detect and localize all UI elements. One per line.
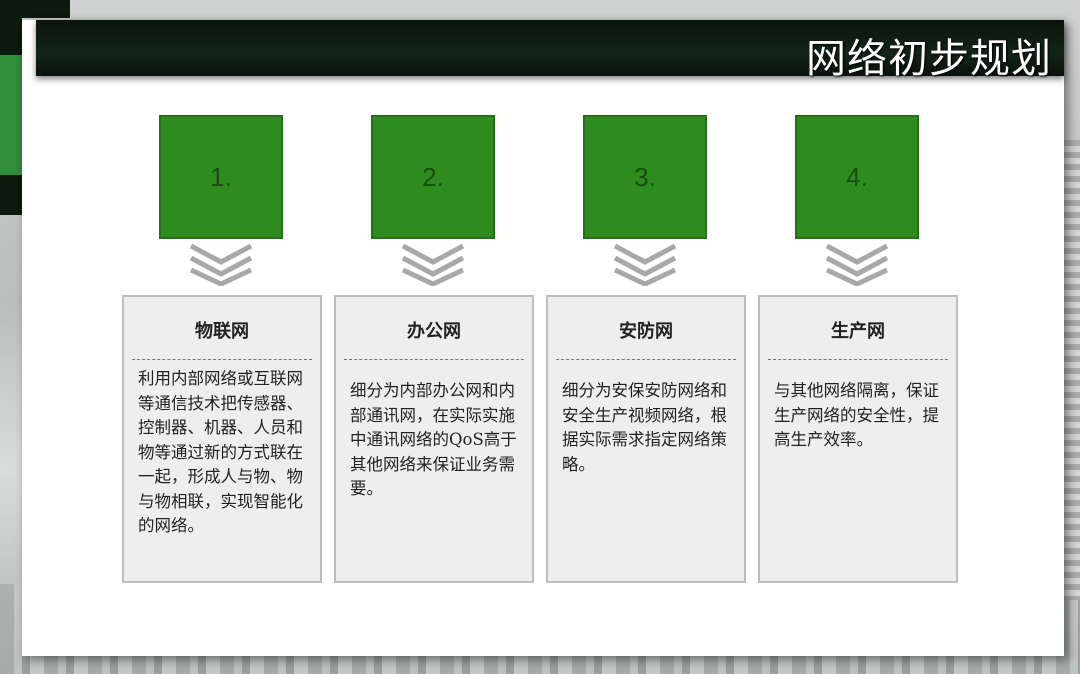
step-number-box: 3. [583, 115, 707, 239]
chevron-down-icon [401, 243, 465, 286]
background-building [1062, 140, 1080, 600]
step-column-3: 3. 安防网 细分为安保安防网络和安全生产视频网络，根据实际需求指定网络策略。 [546, 20, 746, 656]
step-info-box: 物联网 利用内部网络或互联网等通信技术把传感器、控制器、机器、人员和物等通过新的… [122, 295, 322, 583]
steps-container: 1. 物联网 利用内部网络或互联网等通信技术把传感器、控制器、机器、人员和物等通… [22, 20, 1064, 656]
step-number-box: 2. [371, 115, 495, 239]
step-column-1: 1. 物联网 利用内部网络或互联网等通信技术把传感器、控制器、机器、人员和物等通… [122, 20, 322, 656]
step-heading: 物联网 [195, 321, 249, 342]
step-heading: 安防网 [619, 321, 673, 342]
divider [768, 359, 948, 360]
step-column-2: 2. 办公网 细分为内部办公网和内部通讯网，在实际实施中通讯网络的QoS高于其他… [334, 20, 534, 656]
divider [344, 359, 524, 360]
chevron-down-icon [189, 243, 253, 286]
chevron-down-icon [613, 243, 677, 286]
step-info-box: 办公网 细分为内部办公网和内部通讯网，在实际实施中通讯网络的QoS高于其他网络来… [334, 295, 534, 583]
step-description: 与其他网络隔离，保证生产网络的安全性，提高生产效率。 [774, 381, 939, 449]
step-number-box: 4. [795, 115, 919, 239]
divider [132, 359, 312, 360]
step-description: 细分为安保安防网络和安全生产视频网络，根据实际需求指定网络策略。 [562, 381, 727, 474]
slide-card: 网络初步规划 1. 物联网 利用内部网络或互联网等通信技术把传感器、控制器、机器… [22, 20, 1064, 656]
step-heading: 办公网 [407, 321, 461, 342]
background-green-accent [0, 55, 22, 175]
step-description: 细分为内部办公网和内部通讯网，在实际实施中通讯网络的QoS高于其他网络来保证业务… [350, 381, 517, 498]
step-info-box: 生产网 与其他网络隔离，保证生产网络的安全性，提高生产效率。 [758, 295, 958, 583]
chevron-down-icon [825, 243, 889, 286]
step-column-4: 4. 生产网 与其他网络隔离，保证生产网络的安全性，提高生产效率。 [758, 20, 958, 656]
step-number-box: 1. [159, 115, 283, 239]
step-heading: 生产网 [831, 321, 885, 342]
step-description: 利用内部网络或互联网等通信技术把传感器、控制器、机器、人员和物等通过新的方式联在… [138, 369, 303, 535]
step-info-box: 安防网 细分为安保安防网络和安全生产视频网络，根据实际需求指定网络策略。 [546, 295, 746, 583]
divider [556, 359, 736, 360]
